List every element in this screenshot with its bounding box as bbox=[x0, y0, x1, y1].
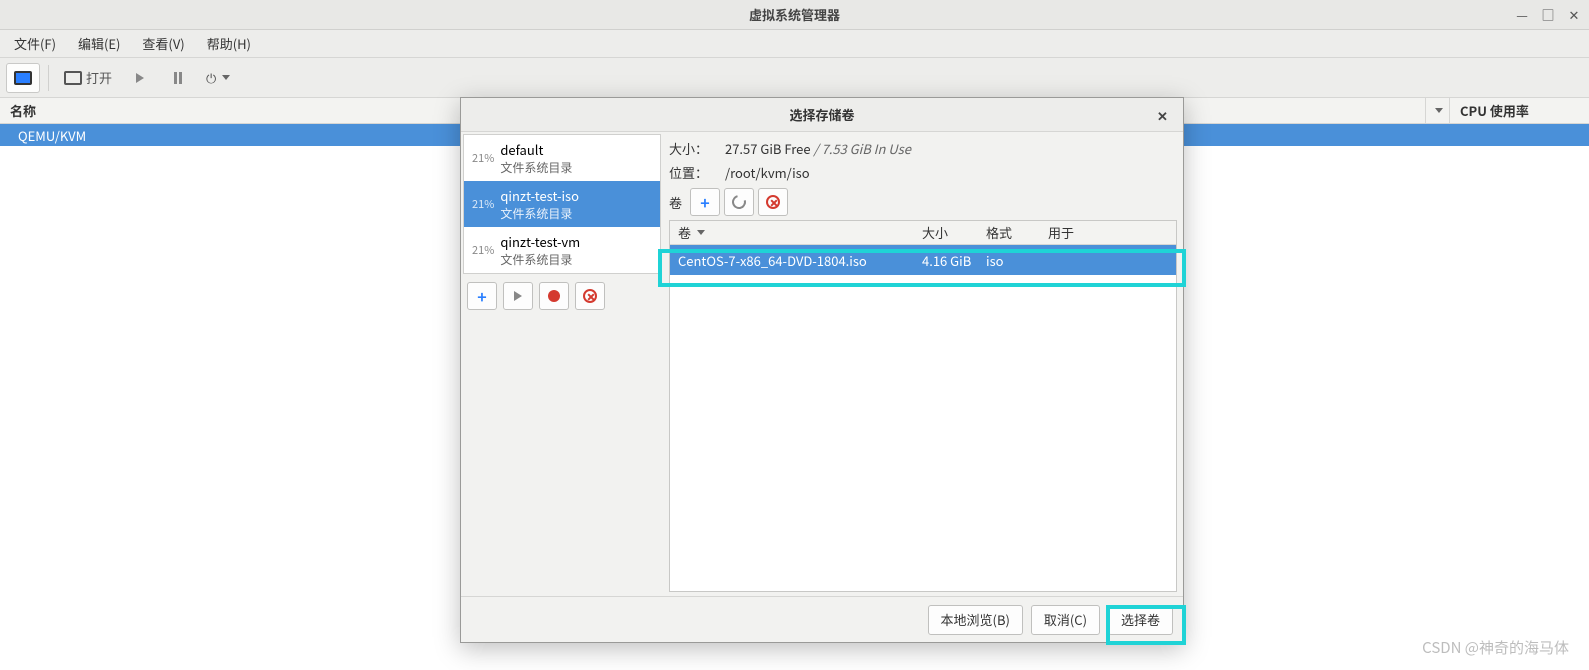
menu-view[interactable]: 查看(V) bbox=[134, 31, 192, 56]
refresh-button[interactable] bbox=[724, 188, 754, 216]
menu-edit[interactable]: 编辑(E) bbox=[70, 31, 128, 56]
pool-item[interactable]: 21% qinzt-test-iso文件系统目录 bbox=[464, 181, 660, 227]
chevron-down-icon bbox=[222, 75, 230, 80]
monitor-icon bbox=[64, 71, 82, 85]
close-icon[interactable]: ✕ bbox=[1567, 8, 1581, 22]
dialog-footer: 本地浏览(B) 取消(C) 选择卷 bbox=[461, 596, 1183, 642]
close-icon[interactable]: ✕ bbox=[1157, 106, 1173, 122]
open-button[interactable]: 打开 bbox=[57, 63, 119, 93]
pause-button[interactable] bbox=[161, 63, 195, 93]
pool-type: 文件系统目录 bbox=[500, 205, 579, 222]
monitor-icon bbox=[14, 71, 32, 85]
col-cpu[interactable]: CPU 使用率 bbox=[1449, 98, 1589, 123]
main-title: 虚拟系统管理器 bbox=[749, 5, 840, 24]
choose-volume-button[interactable]: 选择卷 bbox=[1108, 605, 1173, 635]
shutdown-button[interactable]: ⏻ bbox=[199, 63, 237, 93]
open-label: 打开 bbox=[86, 68, 112, 87]
refresh-icon bbox=[729, 192, 748, 211]
volume-table-header: 卷 大小 格式 用于 bbox=[670, 221, 1176, 245]
pause-icon bbox=[174, 72, 182, 84]
maximize-icon[interactable]: □ bbox=[1541, 8, 1555, 22]
menu-help[interactable]: 帮助(H) bbox=[199, 31, 259, 56]
volume-table-body: CentOS-7-x86_64-DVD-1804.iso 4.16 GiB is… bbox=[670, 245, 1176, 591]
delete-icon bbox=[583, 289, 597, 303]
volume-format: iso bbox=[986, 251, 1048, 270]
volume-pane: 大小： 27.57 GiB Free / 7.53 GiB In Use 位置：… bbox=[661, 132, 1183, 596]
minimize-icon[interactable]: — bbox=[1515, 8, 1529, 22]
main-titlebar: 虚拟系统管理器 — □ ✕ bbox=[0, 0, 1589, 30]
menu-file[interactable]: 文件(F) bbox=[6, 31, 64, 56]
pool-toolbar: + bbox=[461, 276, 661, 316]
pool-list: 21%default文件系统目录21%qinzt-test-iso文件系统目录2… bbox=[463, 134, 661, 274]
toolbar: 打开 ⏻ bbox=[0, 58, 1589, 98]
storage-dialog: 选择存储卷 ✕ 21%default文件系统目录21%qinzt-test-is… bbox=[460, 97, 1184, 643]
col-used[interactable]: 用于 bbox=[1048, 223, 1176, 242]
power-icon: ⏻ bbox=[206, 68, 216, 87]
dialog-titlebar: 选择存储卷 ✕ bbox=[461, 98, 1183, 132]
pool-item[interactable]: 21% default文件系统目录 bbox=[464, 135, 660, 181]
start-pool-button[interactable] bbox=[503, 282, 533, 310]
delete-volume-button[interactable] bbox=[758, 188, 788, 216]
col-size[interactable]: 大小 bbox=[922, 223, 986, 242]
separator bbox=[48, 65, 49, 91]
plus-icon: + bbox=[700, 190, 709, 214]
pool-name: qinzt-test-iso bbox=[500, 186, 579, 205]
pool-name: qinzt-test-vm bbox=[500, 232, 580, 251]
location-value: /root/kvm/iso bbox=[725, 163, 810, 182]
volume-name: CentOS-7-x86_64-DVD-1804.iso bbox=[670, 251, 922, 270]
play-icon bbox=[514, 291, 522, 301]
size-label: 大小： bbox=[669, 139, 717, 158]
volume-table: 卷 大小 格式 用于 CentOS-7-x86_64-DVD-1804.iso … bbox=[669, 220, 1177, 592]
plus-icon: + bbox=[477, 284, 486, 308]
add-pool-button[interactable]: + bbox=[467, 282, 497, 310]
size-value: 27.57 GiB Free / 7.53 GiB In Use bbox=[725, 139, 911, 158]
delete-icon bbox=[766, 195, 780, 209]
chevron-down-icon bbox=[1435, 108, 1443, 113]
dialog-title: 选择存储卷 bbox=[789, 105, 854, 124]
cancel-button[interactable]: 取消(C) bbox=[1031, 605, 1100, 635]
volume-row[interactable]: CentOS-7-x86_64-DVD-1804.iso 4.16 GiB is… bbox=[670, 245, 1176, 275]
pool-percent: 21% bbox=[472, 150, 494, 166]
watermark: CSDN @神奇的海马体 bbox=[1422, 637, 1569, 658]
volume-size: 4.16 GiB bbox=[922, 251, 986, 270]
chevron-down-icon bbox=[697, 230, 705, 235]
play-icon bbox=[136, 73, 144, 83]
pool-name: default bbox=[500, 140, 572, 159]
volumes-label: 卷 bbox=[669, 193, 682, 212]
col-volume[interactable]: 卷 bbox=[670, 223, 922, 242]
new-vm-button[interactable] bbox=[6, 63, 40, 93]
pool-percent: 21% bbox=[472, 242, 494, 258]
stop-icon bbox=[548, 290, 560, 302]
pool-percent: 21% bbox=[472, 196, 494, 212]
pool-type: 文件系统目录 bbox=[500, 159, 572, 176]
col-sort-dropdown[interactable] bbox=[1425, 98, 1449, 123]
delete-pool-button[interactable] bbox=[575, 282, 605, 310]
col-format[interactable]: 格式 bbox=[986, 223, 1048, 242]
add-volume-button[interactable]: + bbox=[690, 188, 720, 216]
location-label: 位置： bbox=[669, 163, 717, 182]
pool-type: 文件系统目录 bbox=[500, 251, 580, 268]
run-button[interactable] bbox=[123, 63, 157, 93]
pool-item[interactable]: 21% qinzt-test-vm文件系统目录 bbox=[464, 227, 660, 273]
browse-local-button[interactable]: 本地浏览(B) bbox=[928, 605, 1023, 635]
menubar: 文件(F) 编辑(E) 查看(V) 帮助(H) bbox=[0, 30, 1589, 58]
stop-pool-button[interactable] bbox=[539, 282, 569, 310]
